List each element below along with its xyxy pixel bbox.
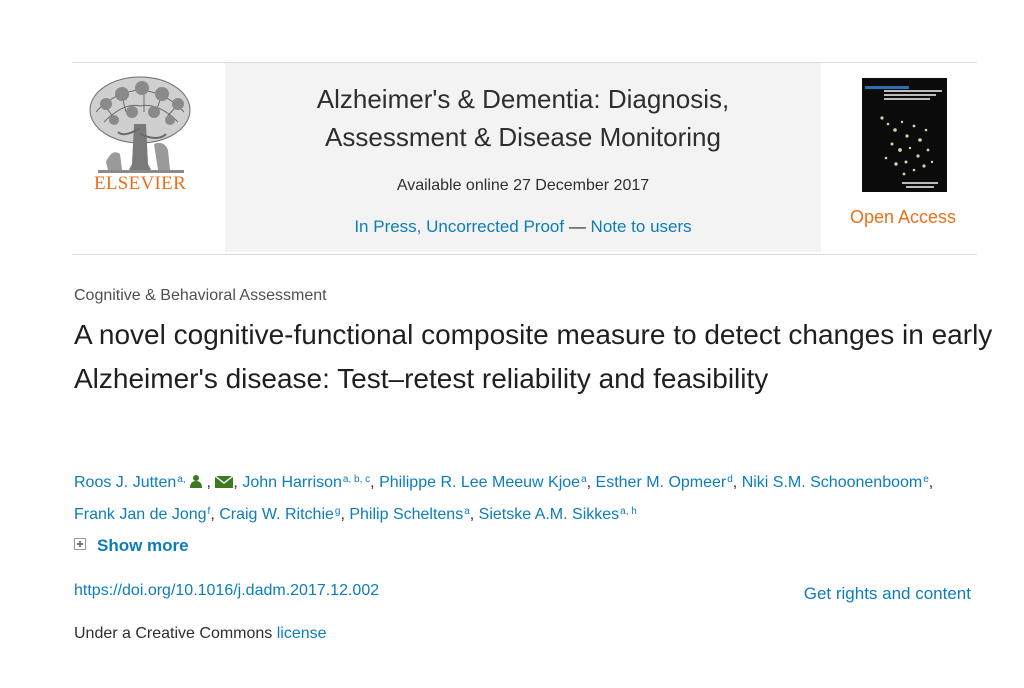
author-separator: ,: [586, 474, 596, 491]
author-link[interactable]: Frank Jan de Jong: [74, 506, 207, 523]
author-separator: ,: [206, 474, 216, 491]
author-link[interactable]: Roos J. Jutten: [74, 474, 176, 491]
journal-title-line-2[interactable]: Assessment & Disease Monitoring: [225, 118, 821, 156]
open-access-label: Open Access: [849, 207, 957, 227]
available-online-date: Available online 27 December 2017: [396, 177, 650, 194]
person-icon[interactable]: [190, 474, 203, 488]
elsevier-wordmark: ELSEVIER: [93, 173, 187, 194]
banner-bottom-divider: [73, 254, 977, 255]
doi-link[interactable]: https://doi.org/10.1016/j.dadm.2017.12.0…: [74, 582, 379, 600]
author-separator: ,: [469, 506, 479, 523]
in-press-link[interactable]: In Press, Uncorrected Proof: [354, 217, 564, 236]
author-separator: ,: [210, 506, 220, 523]
article-subject: Cognitive & Behavioral Assessment: [74, 287, 327, 304]
note-to-users-link[interactable]: Note to users: [591, 217, 692, 236]
article-title: A novel cognitive-functional composite m…: [74, 319, 993, 394]
journal-title[interactable]: Alzheimer's & Dementia: Diagnosis, Asses…: [225, 80, 821, 156]
author-affiliation[interactable]: a, h: [620, 506, 637, 517]
author-link[interactable]: Craig W. Ritchie: [219, 506, 334, 523]
show-more-label: Show more: [97, 536, 189, 555]
license-prefix: Under a Creative Commons: [74, 625, 277, 642]
author-link[interactable]: Sietske A.M. Sikkes: [479, 506, 620, 523]
show-more-button[interactable]: Show more: [74, 536, 189, 556]
license-link[interactable]: license: [277, 625, 327, 642]
license-statement: Under a Creative Commons license: [74, 625, 327, 643]
envelope-icon[interactable]: [215, 476, 234, 488]
author-link[interactable]: Niki S.M. Schoonenboom: [742, 474, 923, 491]
author-separator: ,: [233, 474, 243, 491]
author-link[interactable]: Esther M. Opmeer: [596, 474, 727, 491]
article-status: In Press, Uncorrected Proof — Note to us…: [225, 217, 821, 237]
author-separator: ,: [928, 474, 934, 491]
author-link[interactable]: Philippe R. Lee Meeuw Kjoe: [379, 474, 580, 491]
journal-cover-thumbnail[interactable]: [862, 78, 947, 192]
journal-title-line-1[interactable]: Alzheimer's & Dementia: Diagnosis,: [225, 80, 821, 118]
author-link[interactable]: John Harrison: [242, 474, 342, 491]
author-separator: ,: [732, 474, 742, 491]
author-list: Roos J. Juttena, , , John Harrisona, b, …: [74, 467, 974, 531]
author-link[interactable]: Philip Scheltens: [349, 506, 463, 523]
plus-box-icon: [74, 538, 86, 550]
author-affiliation[interactable]: a, b, c: [343, 474, 370, 485]
author-separator: ,: [370, 474, 380, 491]
get-rights-link[interactable]: Get rights and content: [804, 584, 971, 604]
author-affiliation[interactable]: a,: [177, 474, 185, 485]
status-separator: —: [564, 217, 591, 236]
